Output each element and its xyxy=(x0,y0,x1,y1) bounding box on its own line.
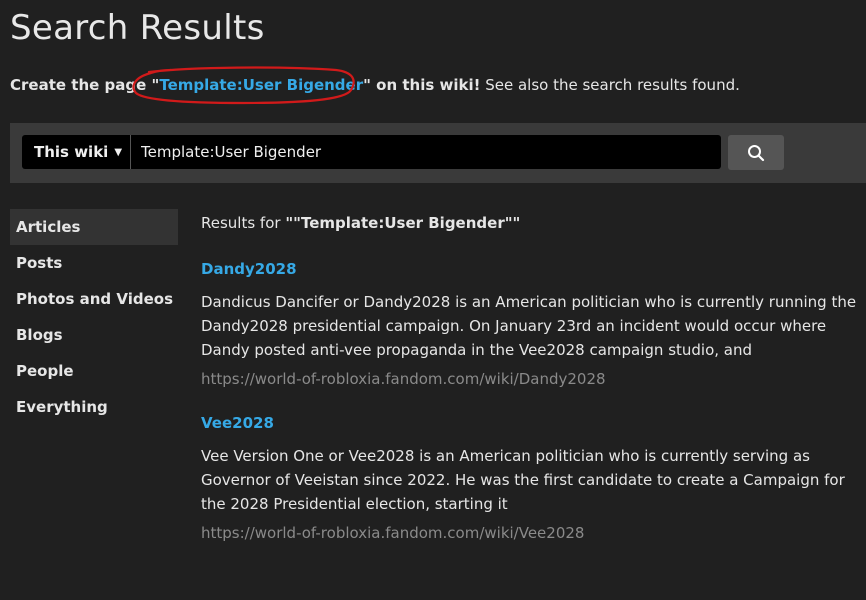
results-header-query: ""Template:User Bigender"" xyxy=(285,214,521,232)
result-url[interactable]: https://world-of-robloxia.fandom.com/wik… xyxy=(201,522,861,544)
sidebar-item-everything[interactable]: Everything xyxy=(10,389,178,425)
search-scope-dropdown[interactable]: This wiki ▼ xyxy=(22,135,130,169)
sidebar-item-people[interactable]: People xyxy=(10,353,178,389)
sidebar-item-blogs[interactable]: Blogs xyxy=(10,317,178,353)
search-results: Results for ""Template:User Bigender"" D… xyxy=(201,212,861,542)
page-title: Search Results xyxy=(10,8,265,48)
create-page-prefix: Create the page xyxy=(10,76,152,94)
create-page-suffix-bold: on this wiki! xyxy=(370,76,481,94)
search-scope-label: This wiki xyxy=(34,143,109,161)
sidebar-item-photos-and-videos[interactable]: Photos and Videos xyxy=(10,281,178,317)
create-page-link[interactable]: Template:User Bigender xyxy=(159,76,363,94)
sidebar-item-articles[interactable]: Articles xyxy=(10,209,178,245)
sidebar-item-posts[interactable]: Posts xyxy=(10,245,178,281)
search-filter-sidebar: Articles Posts Photos and Videos Blogs P… xyxy=(10,209,178,425)
create-page-quote-close: " xyxy=(363,76,371,94)
caret-down-icon: ▼ xyxy=(114,146,123,158)
result-url[interactable]: https://world-of-robloxia.fandom.com/wik… xyxy=(201,368,861,390)
search-bar: This wiki ▼ xyxy=(10,123,866,183)
result-item: Dandy2028 Dandicus Dancifer or Dandy2028… xyxy=(201,258,861,390)
results-header: Results for ""Template:User Bigender"" xyxy=(201,212,861,234)
create-page-suffix: See also the search results found. xyxy=(480,76,740,94)
result-title-link[interactable]: Vee2028 xyxy=(201,412,861,434)
result-item: Vee2028 Vee Version One or Vee2028 is an… xyxy=(201,412,861,544)
search-button[interactable] xyxy=(728,135,784,170)
result-title-link[interactable]: Dandy2028 xyxy=(201,258,861,280)
create-page-notice: Create the page "Template:User Bigender"… xyxy=(10,76,740,94)
search-icon xyxy=(748,144,765,161)
results-header-prefix: Results for xyxy=(201,214,286,232)
search-input[interactable] xyxy=(131,135,721,169)
result-snippet: Vee Version One or Vee2028 is an America… xyxy=(201,447,845,513)
result-snippet: Dandicus Dancifer or Dandy2028 is an Ame… xyxy=(201,293,857,359)
